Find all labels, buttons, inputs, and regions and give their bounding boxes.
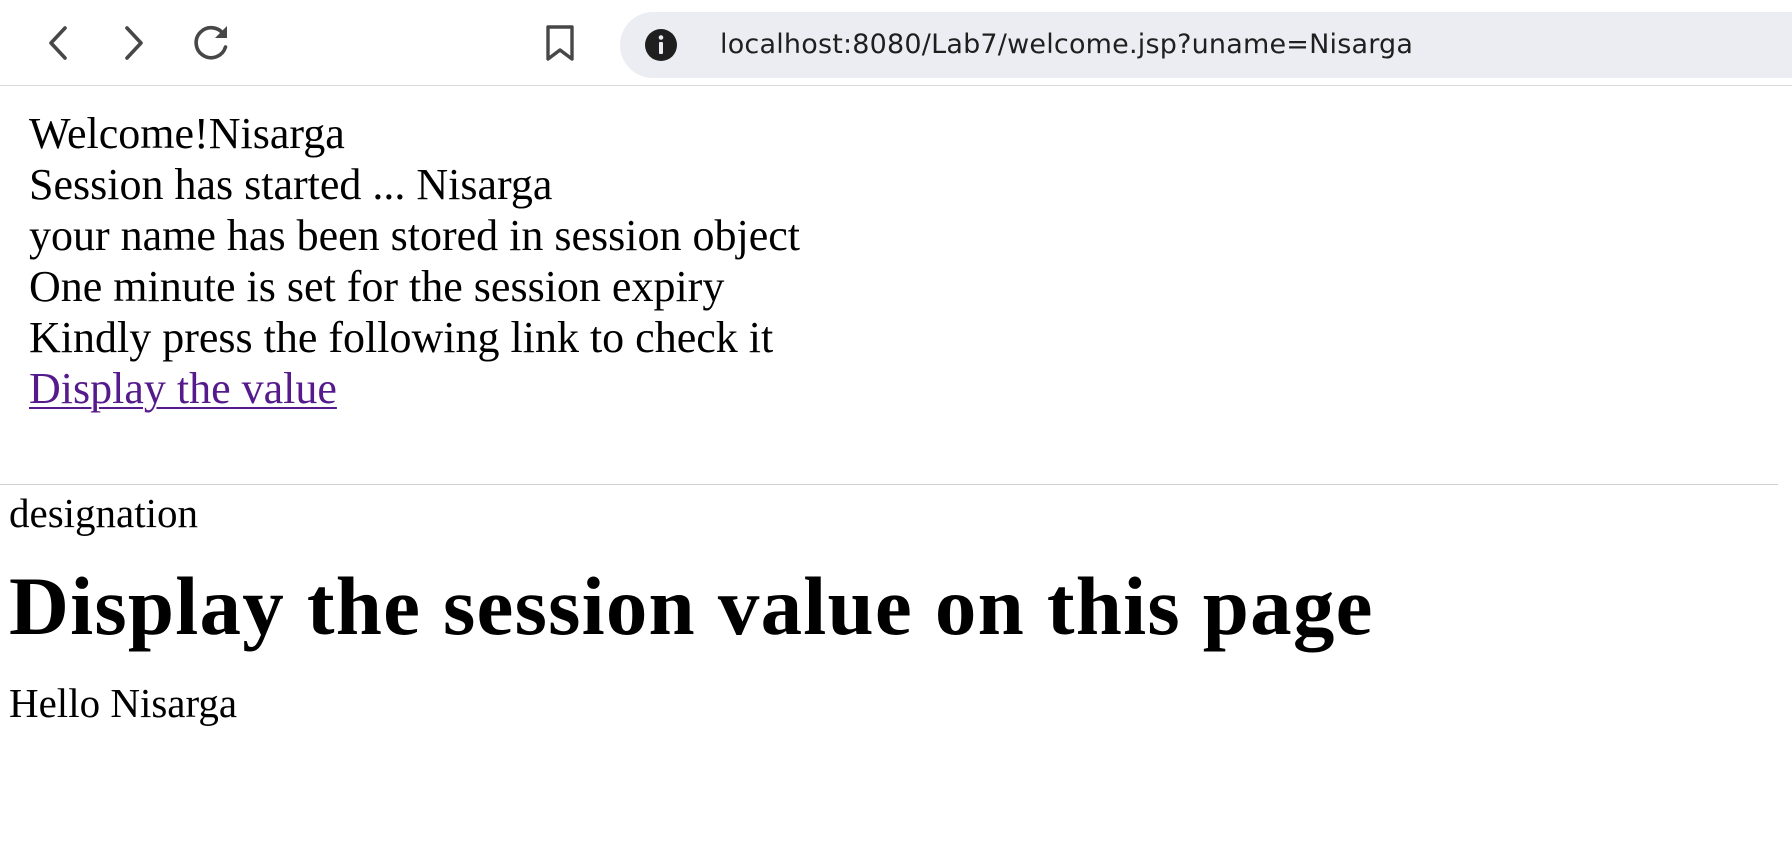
display-frame: designation Display the session value on…	[9, 486, 1374, 728]
welcome-frame: Welcome!Nisarga Session has started ... …	[29, 108, 800, 414]
instruction-message: Kindly press the following link to check…	[29, 313, 774, 362]
session-started-message: Session has started ... Nisarga	[29, 160, 553, 209]
welcome-message: Welcome!Nisarga	[29, 109, 345, 158]
chevron-right-icon	[125, 26, 143, 60]
info-icon[interactable]	[644, 28, 678, 62]
url-text[interactable]: localhost:8080/Lab7/welcome.jsp?uname=Ni…	[720, 12, 1413, 78]
address-bar[interactable]: localhost:8080/Lab7/welcome.jsp?uname=Ni…	[620, 12, 1792, 78]
bookmark-button[interactable]	[538, 21, 582, 65]
reload-button[interactable]	[189, 21, 233, 65]
page-content: Welcome!Nisarga Session has started ... …	[0, 86, 1792, 864]
reload-icon	[194, 25, 228, 60]
display-value-link[interactable]: Display the value	[29, 364, 337, 413]
back-button[interactable]	[36, 21, 80, 65]
browser-toolbar: localhost:8080/Lab7/welcome.jsp?uname=Ni…	[0, 0, 1792, 86]
forward-button[interactable]	[112, 21, 156, 65]
designation-label: designation	[9, 490, 199, 536]
stored-message: your name has been stored in session obj…	[29, 211, 801, 260]
bookmark-icon	[546, 25, 574, 61]
expiry-message: One minute is set for the session expiry	[29, 262, 725, 311]
page-heading: Display the session value on this page	[9, 560, 1374, 652]
frame-divider[interactable]	[0, 484, 1778, 485]
greeting-text: Hello Nisarga	[9, 680, 238, 726]
chevron-left-icon	[49, 26, 67, 60]
